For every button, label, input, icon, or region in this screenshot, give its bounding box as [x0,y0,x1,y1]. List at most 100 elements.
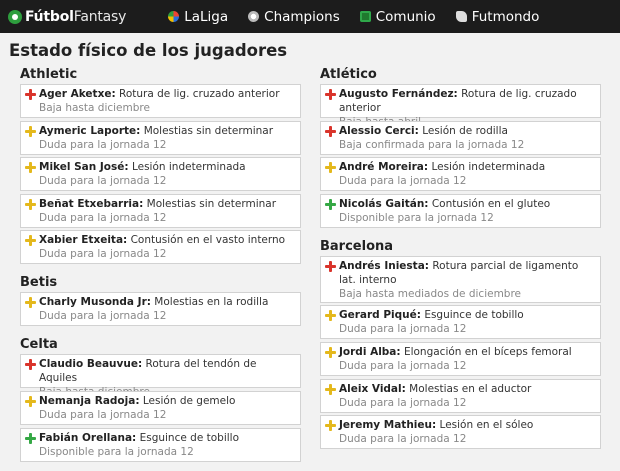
soccer-ball-logo-icon [8,9,22,24]
comunio-icon [359,11,371,22]
yellow-cross-icon [25,297,36,309]
nav-item-futmondo[interactable]: Futmondo [455,9,539,25]
availability-status: Baja hasta diciembre [39,102,150,114]
player-injury-line: Charly Musonda Jr: Molestias en la rodil… [25,295,296,309]
nav-item-champions[interactable]: Champions [248,9,340,25]
injury-description: Esguince de tobillo [424,309,524,322]
player-injury-card[interactable]: Claudio Beauvue: Rotura del tendón de Aq… [20,354,301,398]
player-injury-line: Mikel San José: Lesión indeterminada [25,160,296,174]
player-injury-card[interactable]: Xabier Etxeita: Contusión en el vasto in… [20,230,301,265]
injury-description: Lesión de gemelo [142,394,236,407]
player-name-link[interactable]: André Moreira: [339,161,428,173]
player-name-link[interactable]: Andrés Iniesta: [339,260,429,272]
player-injury-card[interactable]: Beñat Etxebarria: Molestias sin determin… [20,193,301,228]
injury-description: Molestias en la rodilla [154,296,269,309]
red-cross-icon [25,359,36,371]
team-section-celta: Celta Claudio Beauvue: Rotura del tendón … [20,336,301,462]
player-name-link[interactable]: Aleix Vidal: [339,383,406,395]
player-name-link[interactable]: Claudio Beauvue: [39,358,142,370]
player-injury-card[interactable]: Aymeric Laporte: Molestias sin determina… [20,120,301,155]
player-injury-line: Nemanja Radoja: Lesión de gemelo [25,394,296,408]
champions-ball-icon [248,11,260,22]
player-injury-card[interactable]: Nicolás Gaitán: Contusión en el gluteo Di… [320,193,601,228]
player-injury-line: Andrés Iniesta: Rotura parcial de ligame… [325,259,596,287]
player-injury-card[interactable]: Gerard Piqué: Esguince de tobillo Duda pa… [320,305,601,340]
player-name-link[interactable]: Aymeric Laporte: [39,125,140,137]
injury-description: Molestias sin determinar [146,197,277,210]
player-injury-card[interactable]: Fabián Orellana: Esguince de tobillo Disp… [20,427,301,462]
player-name-link[interactable]: Augusto Fernández: [339,88,458,100]
player-injury-line: Aymeric Laporte: Molestias sin determina… [25,124,296,138]
availability-status: Duda para la jornada 12 [339,396,467,409]
availability-status: Duda para la jornada 12 [39,211,167,224]
player-injury-card[interactable]: André Moreira: Lesión indeterminada Duda … [320,157,601,192]
availability-status: Duda para la jornada 12 [339,175,467,188]
player-injury-card[interactable]: Andrés Iniesta: Rotura parcial de ligame… [320,255,601,303]
availability-status: Baja confirmada para la jornada 12 [339,138,525,151]
player-name-link[interactable]: Ager Aketxe: [39,88,116,100]
team-name[interactable]: Atlético [320,66,601,83]
player-name-link[interactable]: Jordi Alba: [339,346,401,358]
team-section-athletic: Athletic Ager Aketxe: Rotura de lig. cruz… [20,66,301,265]
yellow-cross-icon [325,162,336,174]
futmondo-icon [455,11,467,22]
yellow-cross-icon [325,310,336,322]
player-injury-line: Claudio Beauvue: Rotura del tendón de Aq… [25,357,296,385]
player-injury-line: Aleix Vidal: Molestias en el aductor [325,382,596,396]
main-nav: LaLiga Champions Comunio Futmondo [168,9,559,25]
red-cross-icon [325,125,336,137]
player-name-link[interactable]: Nicolás Gaitán: [339,198,429,210]
yellow-cross-icon [25,162,36,174]
red-cross-icon [325,89,336,100]
nav-item-comunio[interactable]: Comunio [359,8,436,25]
team-section-betis: Betis Charly Musonda Jr: Molestias en la … [20,274,301,327]
laliga-icon [168,11,180,22]
player-name-link[interactable]: Xabier Etxeita: [39,234,127,246]
player-name-link[interactable]: Gerard Piqué: [339,309,421,321]
player-name-link[interactable]: Beñat Etxebarria: [39,198,143,210]
player-injury-card[interactable]: Ager Aketxe: Rotura de lig. cruzado ante… [20,84,301,118]
team-name[interactable]: Athletic [20,66,301,83]
player-injury-line: Nicolás Gaitán: Contusión en el gluteo [325,197,596,211]
nav-item-laliga[interactable]: LaLiga [168,9,228,25]
injury-description: Rotura de lig. cruzado anterior [119,88,280,100]
yellow-cross-icon [325,346,336,358]
team-name[interactable]: Barcelona [320,238,601,255]
availability-status: Duda para la jornada 12 [339,433,467,446]
yellow-cross-icon [25,235,36,247]
nav-item-label: Champions [264,8,340,25]
player-injury-card[interactable]: Alessio Cerci: Lesión de rodilla Baja con… [320,120,601,155]
yellow-cross-icon [325,383,336,395]
yellow-cross-icon [25,198,36,210]
player-injury-card[interactable]: Charly Musonda Jr: Molestias en la rodil… [20,292,301,327]
player-injury-card[interactable]: Jeremy Mathieu: Lesión en el sóleo Duda p… [320,415,601,450]
team-name[interactable]: Celta [20,336,301,353]
player-injury-line: Alessio Cerci: Lesión de rodilla [325,124,596,138]
injury-description: Molestias sin determinar [143,124,274,137]
player-injury-card[interactable]: Aleix Vidal: Molestias en el aductor Duda… [320,378,601,413]
top-navigation-bar: Fútbol Fantasy LaLiga Champions Comunio F… [0,0,620,33]
injury-description: Contusión en el vasto interno [130,234,286,247]
injury-description: Contusión en el gluteo [431,197,551,210]
player-injury-card[interactable]: Augusto Fernández: Rotura de lig. cruzad… [320,84,601,128]
player-name-link[interactable]: Mikel San José: [39,161,129,173]
player-name-link[interactable]: Alessio Cerci: [339,125,419,137]
availability-status: Duda para la jornada 12 [39,138,167,151]
yellow-cross-icon [25,125,36,137]
player-injury-card[interactable]: Nemanja Radoja: Lesión de gemelo Duda par… [20,390,301,425]
left-column: Athletic Ager Aketxe: Rotura de lig. cruz… [20,66,301,471]
player-injury-card[interactable]: Mikel San José: Lesión indeterminada Duda… [20,157,301,192]
nav-item-label: Comunio [375,8,436,25]
player-injury-line: Jeremy Mathieu: Lesión en el sóleo [325,418,596,432]
team-name[interactable]: Betis [20,274,301,291]
injury-description: Esguince de tobillo [139,431,240,444]
player-injury-card[interactable]: Jordi Alba: Elongación en el bíceps femo… [320,341,601,376]
player-name-link[interactable]: Jeremy Mathieu: [339,419,436,431]
player-name-link[interactable]: Charly Musonda Jr: [39,296,151,308]
availability-status: Disponible para la jornada 12 [39,445,194,458]
injury-description: Elongación en el bíceps femoral [403,345,572,358]
futbolfantasy-logo[interactable]: Fútbol Fantasy [8,9,126,25]
player-name-link[interactable]: Nemanja Radoja: [39,395,140,407]
player-name-link[interactable]: Fabián Orellana: [39,432,136,444]
red-cross-icon [325,260,336,272]
